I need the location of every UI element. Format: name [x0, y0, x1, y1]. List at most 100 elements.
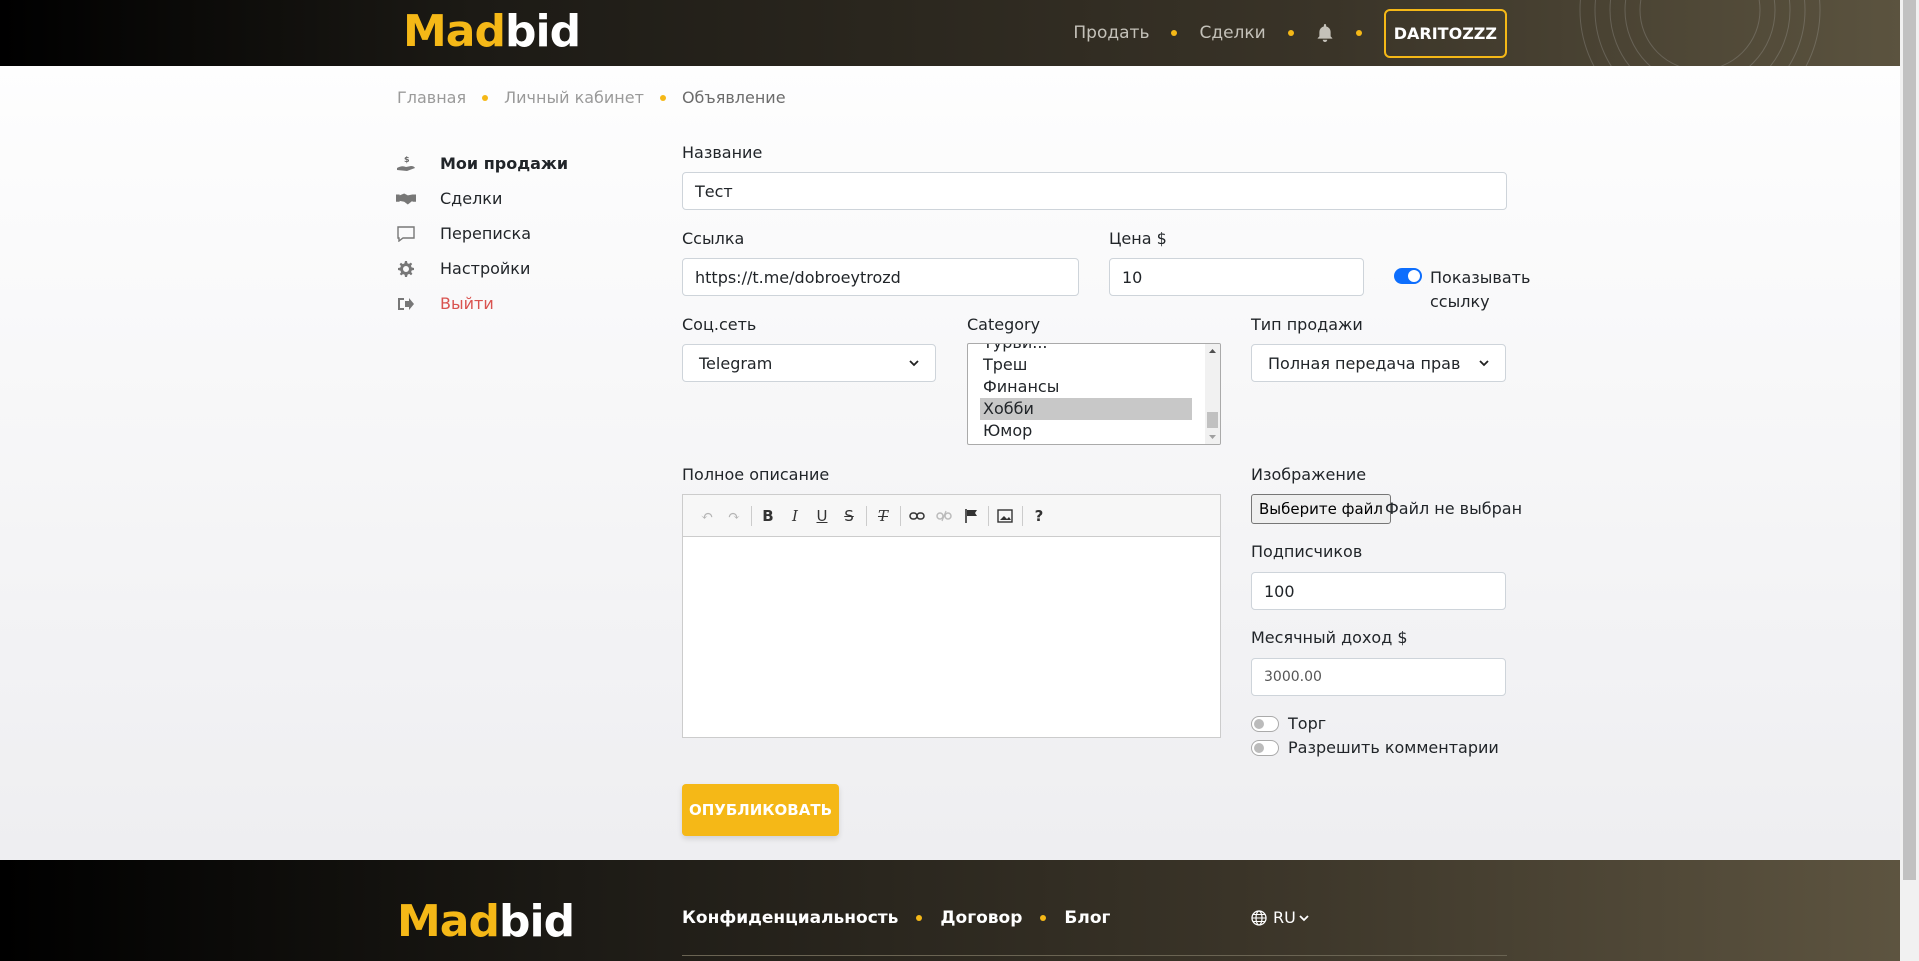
svg-text:$: $: [404, 155, 410, 164]
footer-logo[interactable]: Madbid: [397, 896, 575, 947]
category-listbox[interactable]: Турьи... Треш Финансы Хобби Юмор: [967, 343, 1221, 445]
user-button[interactable]: DARITOZZZ: [1383, 8, 1507, 58]
toolbar-separator: [988, 505, 989, 526]
header-nav: Продать Сделки DARITOZZZ: [1073, 0, 1507, 66]
toolbar-separator: [866, 505, 867, 526]
name-input[interactable]: Тест: [682, 172, 1507, 210]
bell-icon[interactable]: [1316, 24, 1334, 42]
footer-dot: [1040, 915, 1047, 921]
flag-icon[interactable]: [959, 504, 983, 528]
sidebar-item-label: Сделки: [440, 189, 503, 208]
toolbar-separator: [1022, 505, 1023, 526]
logo-mad: Mad: [403, 6, 506, 57]
underline-icon[interactable]: U: [810, 504, 834, 528]
sidebar: $ Мои продажи Сделки Переписка Настройки…: [396, 146, 568, 321]
social-select[interactable]: Telegram: [682, 344, 936, 382]
undo-icon[interactable]: ↶: [695, 504, 719, 528]
name-label: Название: [682, 143, 763, 162]
subscribers-label: Подписчиков: [1251, 542, 1363, 561]
sale-type-label: Тип продажи: [1251, 315, 1363, 334]
category-scroll-thumb[interactable]: [1207, 412, 1218, 428]
footer-link-contract[interactable]: Договор: [940, 908, 1022, 928]
comments-toggle[interactable]: [1251, 740, 1279, 756]
nav-dot: [1355, 30, 1362, 36]
logo-mad: Mad: [397, 896, 500, 947]
gear-icon: [396, 259, 416, 279]
category-option[interactable]: Юмор: [980, 420, 1192, 442]
link-label: Ссылка: [682, 229, 745, 248]
link-input[interactable]: https://t.me/dobroeytrozd: [682, 258, 1079, 296]
sidebar-item-my-sales[interactable]: $ Мои продажи: [396, 146, 568, 181]
editor-toolbar: ↶ ↷ B I U S T ?: [683, 495, 1220, 537]
description-editor: ↶ ↷ B I U S T ?: [682, 494, 1221, 738]
link-icon[interactable]: [905, 504, 929, 528]
sale-type-select[interactable]: Полная передача прав: [1251, 344, 1506, 382]
income-input[interactable]: 3000.00: [1251, 658, 1506, 696]
nav-deals-link[interactable]: Сделки: [1199, 23, 1265, 43]
bargain-label: Торг: [1288, 714, 1327, 733]
header-logo[interactable]: Madbid: [403, 6, 581, 57]
category-option[interactable]: Турьи...: [980, 344, 1192, 354]
handshake-icon: [396, 189, 416, 209]
nav-sell-link[interactable]: Продать: [1073, 23, 1149, 43]
chat-icon: [396, 224, 416, 244]
header-decoration: [1579, 0, 1821, 66]
comments-label: Разрешить комментарии: [1288, 738, 1499, 757]
scroll-down-icon[interactable]: [1205, 432, 1220, 442]
nav-dot: [1287, 30, 1294, 36]
toolbar-separator: [900, 505, 901, 526]
unlink-icon[interactable]: [932, 504, 956, 528]
sidebar-item-messages[interactable]: Переписка: [396, 216, 568, 251]
sidebar-item-deals[interactable]: Сделки: [396, 181, 568, 216]
help-icon[interactable]: ?: [1027, 504, 1051, 528]
chevron-down-icon: [1479, 360, 1489, 367]
breadcrumb-cabinet[interactable]: Личный кабинет: [504, 88, 644, 107]
category-label: Category: [967, 315, 1041, 334]
hand-money-icon: $: [396, 154, 416, 174]
price-input[interactable]: 10: [1109, 258, 1364, 296]
bold-icon[interactable]: B: [756, 504, 780, 528]
redo-icon[interactable]: ↷: [722, 504, 746, 528]
nav-dot: [1171, 30, 1178, 36]
description-label: Полное описание: [682, 465, 830, 484]
site-footer: Madbid Конфиденциальность Договор Блог R…: [0, 860, 1900, 961]
category-option[interactable]: Финансы: [980, 376, 1192, 398]
scroll-up-icon[interactable]: [1205, 346, 1220, 356]
strikethrough-icon[interactable]: S: [837, 504, 861, 528]
logo-bid: bid: [498, 896, 575, 947]
breadcrumb: Главная Личный кабинет Объявление: [397, 88, 786, 107]
footer-link-privacy[interactable]: Конфиденциальность: [682, 908, 898, 928]
italic-icon[interactable]: I: [783, 504, 807, 528]
image-label: Изображение: [1251, 465, 1367, 484]
show-link-toggle[interactable]: [1394, 268, 1422, 284]
category-scrollbar[interactable]: [1205, 344, 1220, 444]
sidebar-item-logout[interactable]: Выйти: [396, 286, 568, 321]
sidebar-item-label: Мои продажи: [440, 154, 569, 173]
sidebar-item-label: Настройки: [440, 259, 531, 278]
show-link-label-line2: ссылку: [1430, 292, 1490, 311]
file-status-text: Файл не выбран: [1385, 499, 1523, 518]
footer-link-blog[interactable]: Блог: [1064, 908, 1110, 928]
category-option[interactable]: Треш: [980, 354, 1192, 376]
toolbar-separator: [751, 505, 752, 526]
logout-icon: [396, 294, 416, 314]
category-option-selected[interactable]: Хобби: [980, 398, 1192, 420]
breadcrumb-home[interactable]: Главная: [397, 88, 466, 107]
subscribers-input[interactable]: 100: [1251, 572, 1506, 610]
sidebar-item-settings[interactable]: Настройки: [396, 251, 568, 286]
breadcrumb-dot: [659, 94, 666, 101]
show-link-label-line1: Показывать: [1430, 268, 1531, 287]
clear-format-icon[interactable]: T: [871, 504, 895, 528]
language-selector[interactable]: RU: [1251, 908, 1309, 927]
price-label: Цена $: [1109, 229, 1167, 248]
bargain-toggle[interactable]: [1251, 716, 1279, 732]
chevron-down-icon: [909, 360, 919, 367]
choose-file-button[interactable]: Выберите файл: [1251, 494, 1391, 524]
page-scroll-thumb[interactable]: [1903, 0, 1916, 880]
page-scrollbar[interactable]: [1900, 0, 1919, 961]
publish-button[interactable]: ОПУБЛИКОВАТЬ: [682, 784, 839, 836]
income-label: Месячный доход $: [1251, 628, 1408, 647]
editor-content-area[interactable]: [683, 537, 1220, 737]
image-icon[interactable]: [993, 504, 1017, 528]
breadcrumb-dot: [482, 94, 489, 101]
